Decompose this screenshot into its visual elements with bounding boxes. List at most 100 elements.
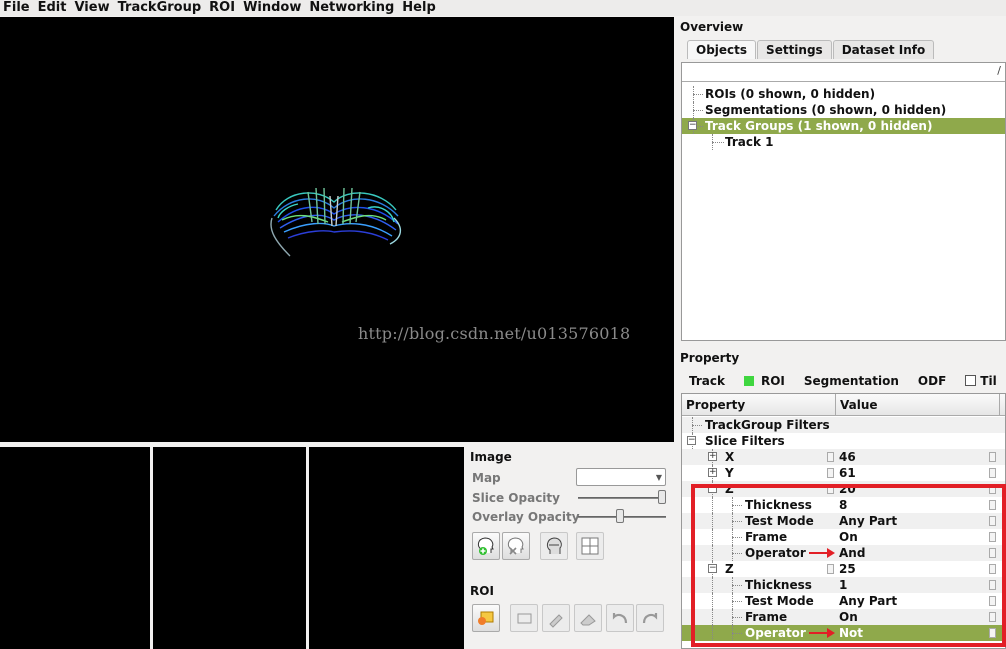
edit-handle-icon[interactable] [827, 452, 834, 462]
app-window: File Edit View TrackGroup ROI Window Networkin… [0, 0, 1006, 649]
property-key: Y [725, 466, 734, 480]
property-row[interactable]: + Y 61 [682, 465, 1005, 481]
tab-label: ODF [917, 374, 947, 388]
collapse-icon[interactable]: − [687, 436, 696, 445]
expand-icon[interactable]: + [708, 468, 717, 477]
expand-icon[interactable]: + [708, 452, 717, 461]
slice-opacity-handle[interactable] [657, 490, 666, 504]
tree-rows: ROIs (0 shown, 0 hidden) Segmentations (0… [682, 82, 1005, 150]
grid-view-button[interactable] [576, 532, 604, 560]
roi-color-indicator [743, 376, 754, 386]
tab-segmentation[interactable]: Segmentation [795, 371, 908, 390]
tree-collapse-icon[interactable]: − [688, 121, 697, 130]
menu-file[interactable]: File [0, 0, 35, 16]
tree-connector [712, 142, 724, 143]
column-header-value[interactable]: Value [836, 394, 1000, 415]
head-add-icon [477, 537, 494, 555]
head-remove-icon [507, 537, 524, 555]
menu-trackgroup[interactable]: TrackGroup [115, 0, 207, 16]
overview-tabbar: Objects Settings Dataset Info [680, 40, 935, 59]
tree-path: / [997, 64, 1001, 77]
image-panel: Image Map ▼ Slice Opacity Overlay Opacit… [466, 446, 674, 649]
roi-section-title: ROI [470, 584, 494, 598]
tree-item[interactable]: Track 1 [682, 134, 1005, 150]
tree-connector [692, 425, 702, 426]
slice-opacity-slider[interactable] [578, 497, 666, 499]
tree-item-label: Track 1 [725, 135, 774, 149]
roi-eraser-button[interactable] [574, 604, 602, 632]
menu-window[interactable]: Window [240, 0, 306, 16]
property-row[interactable]: TrackGroup Filters [682, 417, 1005, 433]
eraser-icon [580, 614, 596, 626]
tab-settings[interactable]: Settings [757, 40, 832, 59]
tile-checkbox[interactable] [965, 375, 977, 386]
undo-icon [612, 613, 628, 624]
new-roi-button[interactable] [472, 604, 500, 632]
roi-rect-button[interactable] [510, 604, 538, 632]
tab-dataset-info[interactable]: Dataset Info [832, 40, 935, 59]
tab-odf[interactable]: ODF [909, 371, 955, 390]
redo-button[interactable] [636, 604, 664, 632]
edit-handle-icon[interactable] [989, 468, 996, 478]
tree-item[interactable]: ROIs (0 shown, 0 hidden) [682, 86, 1005, 102]
tab-roi[interactable]: ROI [735, 371, 794, 390]
property-key: TrackGroup Filters [705, 418, 830, 432]
tree-item-label: Segmentations (0 shown, 0 hidden) [705, 103, 947, 117]
property-tabbar: Track ROI Segmentation ODF Til [680, 371, 999, 390]
edit-handle-icon[interactable] [989, 452, 996, 462]
overlay-opacity-handle[interactable] [615, 509, 624, 523]
undo-button[interactable] [606, 604, 634, 632]
property-row[interactable]: − Slice Filters [682, 433, 1005, 449]
tree-item[interactable]: − Track Groups (1 shown, 0 hidden) [682, 118, 1005, 134]
head-icon [546, 537, 562, 554]
highlight-annotation-box [691, 484, 1006, 647]
menu-help[interactable]: Help [399, 0, 440, 16]
head-view-button[interactable] [540, 532, 568, 560]
watermark-text: http://blog.csdn.net/u013576018 [358, 324, 631, 343]
property-row[interactable]: + X 46 [682, 449, 1005, 465]
tree-item-label: ROIs (0 shown, 0 hidden) [705, 87, 876, 101]
tab-objects[interactable]: Objects [687, 40, 757, 59]
fiber-tracks-render [270, 187, 401, 257]
main-3d-viewport[interactable]: http://blog.csdn.net/u013576018 [0, 17, 674, 442]
menu-bar: File Edit View TrackGroup ROI Window Networkin… [0, 0, 1006, 16]
tab-track[interactable]: Track [680, 371, 734, 390]
redo-icon [642, 613, 658, 624]
tab-label: Track [689, 374, 725, 388]
overlay-opacity-label: Overlay Opacity [472, 510, 580, 524]
tab-til[interactable]: Til [956, 371, 997, 390]
property-key: X [725, 450, 735, 464]
slice-opacity-label: Slice Opacity [472, 491, 560, 505]
edit-handle-icon[interactable] [827, 468, 834, 478]
tab-label: Til [980, 374, 997, 388]
tree-connector [693, 110, 703, 111]
slice-view-3[interactable] [309, 447, 464, 649]
menu-roi[interactable]: ROI [206, 0, 240, 16]
property-key: Slice Filters [705, 434, 785, 448]
rectangle-icon [517, 613, 532, 624]
menu-networking[interactable]: Networking [306, 0, 399, 16]
tree-item[interactable]: Segmentations (0 shown, 0 hidden) [682, 102, 1005, 118]
menu-edit[interactable]: Edit [35, 0, 72, 16]
property-table-header: Property Value [682, 394, 1005, 416]
tab-label: Segmentation [803, 374, 899, 388]
tree-path-header: / [682, 63, 1005, 82]
property-value[interactable]: 61 [839, 465, 856, 481]
slice-view-1[interactable] [0, 447, 150, 649]
image-section-title: Image [470, 450, 512, 464]
objects-tree[interactable]: / ROIs (0 shown, 0 hidden) Segmentations … [681, 62, 1006, 341]
tab-label: ROI [760, 374, 785, 388]
menu-view[interactable]: View [71, 0, 114, 16]
roi-brush-button[interactable] [542, 604, 570, 632]
map-combo[interactable]: ▼ [576, 468, 666, 486]
brush-icon [549, 614, 563, 628]
property-value[interactable]: 46 [839, 449, 856, 465]
overview-title: Overview [680, 20, 744, 34]
chevron-down-icon: ▼ [655, 473, 662, 482]
tree-item-label: Track Groups (1 shown, 0 hidden) [705, 119, 933, 133]
slice-view-2[interactable] [153, 447, 306, 649]
map-label: Map [472, 471, 501, 485]
column-header-property[interactable]: Property [682, 394, 836, 415]
remove-head-button[interactable] [502, 532, 530, 560]
add-head-button[interactable] [472, 532, 500, 560]
